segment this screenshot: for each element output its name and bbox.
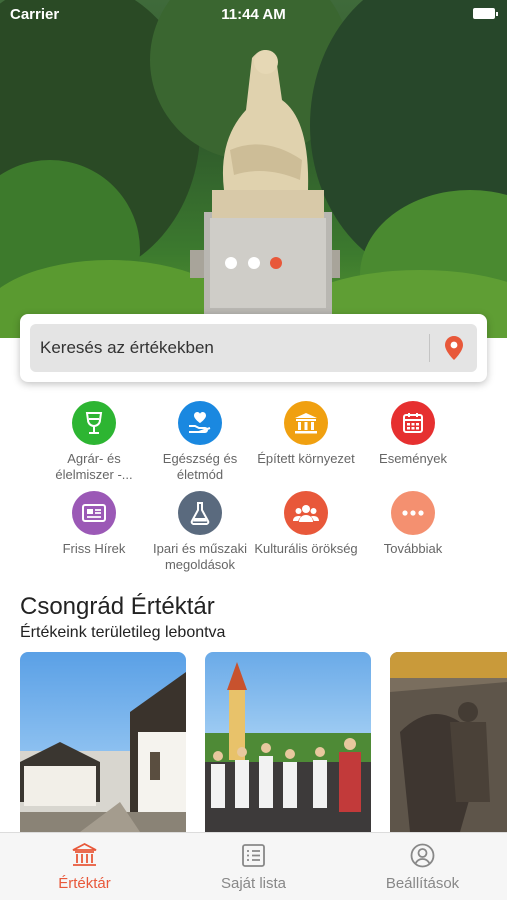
monument-statue: [190, 50, 340, 320]
user-circle-icon: [410, 843, 435, 868]
category-label: Események: [379, 451, 447, 466]
region-card[interactable]: [20, 652, 186, 832]
location-pin-icon[interactable]: [445, 336, 463, 365]
people-icon: [284, 491, 328, 535]
calendar-icon: [391, 401, 435, 445]
more-dots-icon: [391, 491, 435, 535]
heart-hand-icon: [178, 401, 222, 445]
section-title: Csongrád Értéktár: [20, 593, 215, 620]
tab-label: Értéktár: [58, 875, 111, 892]
category-label: Továbbiak: [383, 541, 443, 556]
category-label: Agrár- és élelmiszer -...: [55, 451, 133, 482]
status-time: 11:44 AM: [221, 6, 286, 23]
category-esemenyek[interactable]: Események: [360, 401, 466, 467]
carousel-page-indicator[interactable]: [0, 256, 507, 274]
region-card[interactable]: [390, 652, 507, 832]
category-label: Ipari és műszaki megoldások: [153, 541, 247, 572]
category-ipari[interactable]: Ipari és műszaki megoldások: [147, 491, 253, 573]
carousel-dot[interactable]: [225, 257, 238, 269]
carousel-dot-active[interactable]: [269, 257, 282, 269]
tab-beallitasok[interactable]: Beállítások: [338, 833, 507, 900]
category-friss-hirek[interactable]: Friss Hírek: [41, 491, 147, 557]
wine-glass-icon: [72, 401, 116, 445]
search-card: Keresés az értékekben: [20, 314, 487, 382]
section-subtitle: Értékeink területileg lebontva: [20, 624, 226, 641]
flask-icon: [178, 491, 222, 535]
museum-icon: [72, 843, 97, 866]
search-input[interactable]: Keresés az értékekben: [30, 324, 477, 372]
category-egeszseg[interactable]: Egészség és életmód: [147, 401, 253, 483]
category-label: Épített környezet: [257, 451, 355, 466]
list-icon: [242, 844, 265, 867]
category-label: Kulturális örökség: [254, 541, 358, 556]
search-divider: [429, 334, 430, 362]
category-label: Friss Hírek: [62, 541, 126, 556]
tab-sajat-lista[interactable]: Saját lista: [169, 833, 338, 900]
category-kulturalis[interactable]: Kulturális örökség: [253, 491, 359, 557]
category-agrar[interactable]: Agrár- és élelmiszer -...: [41, 401, 147, 483]
search-placeholder: Keresés az értékekben: [40, 338, 214, 357]
region-card[interactable]: [205, 652, 371, 832]
newspaper-icon: [72, 491, 116, 535]
bottom-tab-bar: Értéktár Saját lista Beállítások: [0, 832, 507, 900]
building-icon: [284, 401, 328, 445]
tab-ertektar[interactable]: Értéktár: [0, 833, 169, 900]
battery-icon: [473, 8, 498, 19]
category-label: Egészség és életmód: [162, 451, 238, 482]
carousel-dot[interactable]: [247, 257, 260, 269]
category-tovabbiak[interactable]: Továbbiak: [360, 491, 466, 557]
tab-label: Saját lista: [220, 875, 287, 892]
tab-label: Beállítások: [385, 875, 460, 892]
category-epitett[interactable]: Épített környezet: [253, 401, 359, 467]
hero-image-carousel[interactable]: Carrier 11:44 AM: [0, 0, 507, 338]
